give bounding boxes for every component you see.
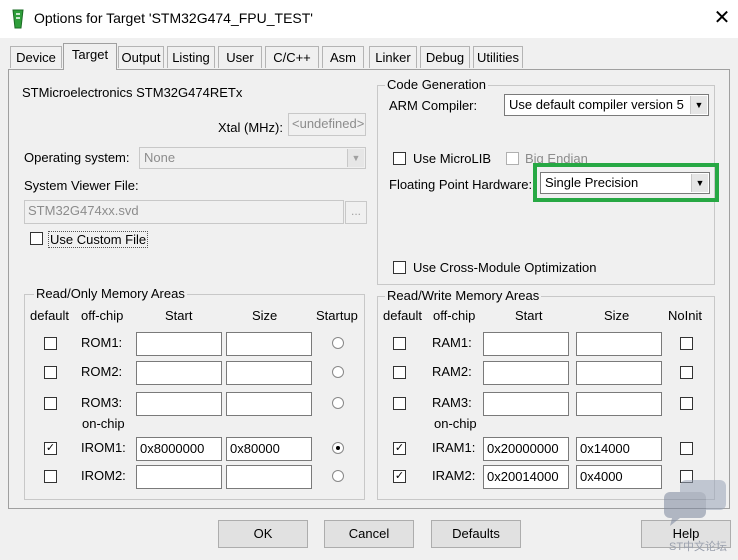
ok-button[interactable]: OK [218,520,308,548]
ram-size-input[interactable]: 0x4000 [576,465,662,489]
chevron-down-icon: ▼ [347,149,364,167]
big-endian-checkbox[interactable] [506,152,519,165]
svd-label: System Viewer File: [24,178,139,193]
ram-noinit-checkbox[interactable] [680,442,693,455]
rom-startup-radio[interactable] [332,397,344,409]
rom-start-input[interactable] [136,361,222,385]
os-select[interactable]: None ▼ [139,147,366,169]
rom-size-input[interactable] [226,465,312,489]
rom-group-title: Read/Only Memory Areas [34,286,187,301]
rom-start-input[interactable] [136,332,222,356]
rom-default-checkbox[interactable] [44,470,57,483]
ram-noinit-checkbox[interactable] [680,337,693,350]
rom-row-label: ROM1: [81,335,123,350]
ram-size-input[interactable] [576,392,662,416]
ram-start-input[interactable] [483,392,569,416]
device-name: STMicroelectronics STM32G474RETx [22,85,243,100]
ram-start-input[interactable] [483,332,569,356]
browse-button[interactable]: ... [345,201,367,224]
ram-onchip-label: on-chip [434,416,477,431]
ram-start-input[interactable]: 0x20014000 [483,465,569,489]
ram-row-label: IRAM2: [432,468,476,483]
rom-startup-radio[interactable] [332,442,344,454]
fpu-highlight-box [533,163,719,202]
ram-row-label: RAM2: [432,364,472,379]
rom-header-size: Size [252,308,278,323]
rom-size-input[interactable]: 0x80000 [226,437,312,461]
microlib-checkbox[interactable] [393,152,406,165]
microlib-label: Use MicroLIB [413,151,492,166]
ram-start-input[interactable] [483,361,569,385]
rom-header-start: Start [165,308,193,323]
fpu-label: Floating Point Hardware: [389,177,533,192]
ram-header-size: Size [604,308,630,323]
rom-size-input[interactable] [226,392,312,416]
rom-start-input[interactable] [136,465,222,489]
rom-startup-radio[interactable] [332,337,344,349]
rom-row-label: ROM2: [81,364,123,379]
chevron-down-icon: ▼ [690,96,707,114]
rom-row-label: ROM3: [81,395,123,410]
ram-start-input[interactable]: 0x20000000 [483,437,569,461]
ram-row-label: IRAM1: [432,440,476,455]
compiler-value: Use default compiler version 5 [509,97,684,112]
watermark-text: ST中文论坛 [669,541,728,553]
rom-default-checkbox[interactable] [44,397,57,410]
xtal-input[interactable]: <undefined> [288,113,366,136]
rom-size-input[interactable] [226,332,312,356]
os-value: None [144,150,176,165]
ram-noinit-checkbox[interactable] [680,397,693,410]
ram-default-checkbox[interactable]: ✓ [393,470,406,483]
ram-size-input[interactable]: 0x14000 [576,437,662,461]
ram-row-label: RAM1: [432,335,472,350]
ram-default-checkbox[interactable] [393,397,406,410]
rom-startup-radio[interactable] [332,470,344,482]
rom-default-checkbox[interactable] [44,366,57,379]
ram-noinit-checkbox[interactable] [680,366,693,379]
ram-default-checkbox[interactable]: ✓ [393,442,406,455]
ram-group-title: Read/Write Memory Areas [385,288,542,303]
rom-row-label: IROM1: [81,440,126,455]
ram-size-input[interactable] [576,361,662,385]
compiler-label: ARM Compiler: [389,98,478,113]
ram-size-input[interactable] [576,332,662,356]
ram-row-label: RAM3: [432,395,472,410]
rom-header-default: default [30,308,70,323]
chat-bubble-icon [664,480,726,526]
defaults-button[interactable]: Defaults [431,520,521,548]
ram-header-offchip: off-chip [433,308,476,323]
cross-module-checkbox[interactable] [393,261,406,274]
ram-header-start: Start [515,308,543,323]
compiler-select[interactable]: Use default compiler version 5 ▼ [504,94,709,116]
rom-size-input[interactable] [226,361,312,385]
cross-module-label: Use Cross-Module Optimization [413,260,597,275]
rom-row-label: IROM2: [81,468,126,483]
code-generation-title: Code Generation [385,77,489,92]
rom-default-checkbox[interactable] [44,337,57,350]
ram-header-noinit: NoInit [668,308,702,323]
rom-start-input[interactable] [136,392,222,416]
xtal-label: Xtal (MHz): [218,120,283,135]
ram-default-checkbox[interactable] [393,337,406,350]
rom-start-input[interactable]: 0x8000000 [136,437,222,461]
rom-startup-radio[interactable] [332,366,344,378]
cancel-button[interactable]: Cancel [324,520,414,548]
svd-input[interactable]: STM32G474xx.svd [24,200,344,224]
custom-file-checkbox[interactable] [30,232,43,245]
rom-header-startup: Startup [316,308,358,323]
rom-onchip-label: on-chip [82,416,125,431]
rom-default-checkbox[interactable]: ✓ [44,442,57,455]
os-label: Operating system: [24,150,130,165]
custom-file-label: Use Custom File [48,231,149,248]
ram-default-checkbox[interactable] [393,366,406,379]
rom-header-offchip: off-chip [81,308,124,323]
ram-header-default: default [383,308,423,323]
